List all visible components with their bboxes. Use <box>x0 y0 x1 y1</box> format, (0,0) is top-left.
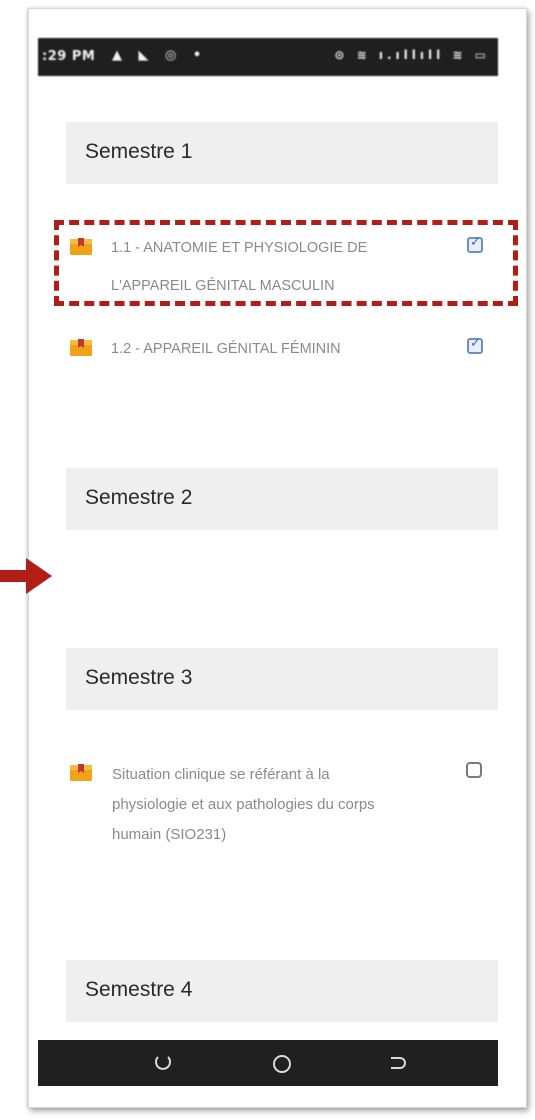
lesson-title-line-3: humain (SIO231) <box>112 826 227 843</box>
section-title: Semestre 2 <box>85 486 193 509</box>
section-title: Semestre 1 <box>85 140 193 163</box>
system-status-icons: ⊙ ≋ ı.ıllıll ≋ ▭ <box>334 48 490 62</box>
notification-icons: ▲ ◣ ◎ • <box>112 48 208 63</box>
home-icon[interactable] <box>271 1053 293 1075</box>
lesson-title: 1.2 - APPAREIL GÉNITAL FÉMININ <box>111 330 341 368</box>
lesson-title-line-2: physiologie et aux pathologies du corps <box>112 796 375 813</box>
highlight-annotation-box <box>54 220 518 306</box>
lesson-bookmark-icon <box>70 339 92 356</box>
annotation-arrow-icon <box>0 558 52 594</box>
section-header-semestre-2[interactable]: Semestre 2 <box>66 468 498 530</box>
back-icon[interactable] <box>388 1054 406 1072</box>
section-header-semestre-1[interactable]: Semestre 1 <box>66 122 498 184</box>
recents-icon[interactable] <box>154 1054 172 1072</box>
android-navigation-bar <box>38 1040 498 1086</box>
lesson-title-line-1: 1.2 - APPAREIL GÉNITAL FÉMININ <box>111 341 341 357</box>
section-title: Semestre 4 <box>85 978 193 1001</box>
check-mark-icon: ✓ <box>470 336 481 351</box>
incomplete-checkbox[interactable] <box>466 762 482 778</box>
section-header-semestre-3[interactable]: Semestre 3 <box>66 648 498 710</box>
status-bar: :29 PM ▲ ◣ ◎ • ⊙ ≋ ı.ıllıll ≋ ▭ <box>38 38 498 76</box>
lesson-title: Situation clinique se référant à la phys… <box>112 760 375 850</box>
completed-checkbox[interactable]: ✓ <box>467 336 483 354</box>
lesson-title-line-1: Situation clinique se référant à la <box>112 766 330 783</box>
section-title: Semestre 3 <box>85 666 193 689</box>
screenshot-stage: :29 PM ▲ ◣ ◎ • ⊙ ≋ ı.ıllıll ≋ ▭ Semestre… <box>0 0 535 1120</box>
status-time: :29 PM <box>42 49 96 64</box>
lesson-bookmark-icon <box>70 764 92 781</box>
section-header-semestre-4[interactable]: Semestre 4 <box>66 960 498 1022</box>
